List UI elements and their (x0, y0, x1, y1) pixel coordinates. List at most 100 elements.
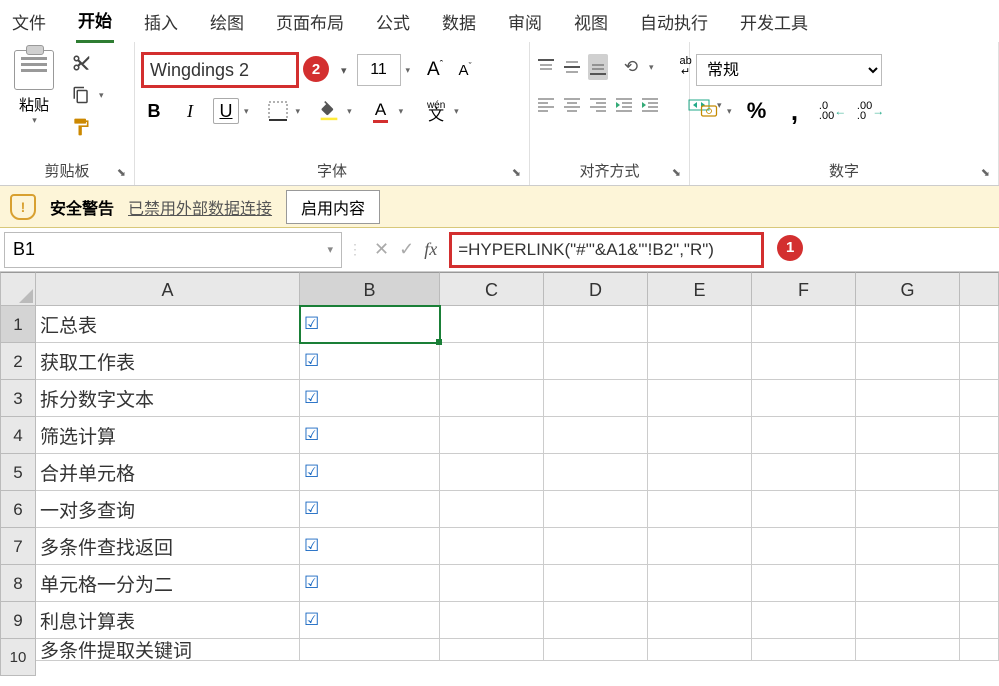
cell[interactable] (856, 454, 960, 491)
row-header[interactable]: 9 (0, 602, 36, 639)
comma-style-button[interactable]: , (782, 98, 808, 124)
decrease-font-button[interactable]: Aˇ (452, 57, 478, 83)
cell[interactable] (752, 565, 856, 602)
dialog-launcher-icon[interactable]: ⬊ (512, 166, 521, 179)
col-header-E[interactable]: E (648, 272, 752, 306)
tab-developer[interactable]: 开发工具 (738, 1, 810, 42)
cell[interactable] (440, 491, 544, 528)
tab-view[interactable]: 视图 (572, 1, 610, 42)
cell[interactable]: ☑ (300, 417, 440, 454)
cell[interactable] (440, 306, 544, 343)
cell[interactable] (440, 343, 544, 380)
cell[interactable] (960, 343, 999, 380)
cancel-formula-button[interactable]: ✕ (374, 239, 389, 260)
cell[interactable] (544, 528, 648, 565)
cell[interactable]: ☑ (300, 602, 440, 639)
cell[interactable]: ☑ (300, 528, 440, 565)
align-right-button[interactable] (588, 92, 608, 118)
cell[interactable] (752, 306, 856, 343)
worksheet-grid[interactable]: A B C D E F G 1汇总表☑2获取工作表☑3拆分数字文本☑4筛选计算☑… (0, 272, 999, 676)
cell[interactable] (648, 639, 752, 661)
increase-font-button[interactable]: Aˆ (422, 57, 448, 83)
cell[interactable] (752, 528, 856, 565)
cell[interactable] (752, 602, 856, 639)
paste-button[interactable]: 粘贴 ▾ (6, 50, 62, 126)
cell[interactable] (544, 639, 648, 661)
cell[interactable] (440, 565, 544, 602)
cell[interactable]: 多条件查找返回 (36, 528, 300, 565)
cell[interactable] (544, 417, 648, 454)
cell[interactable]: 拆分数字文本 (36, 380, 300, 417)
cell[interactable] (440, 528, 544, 565)
cell[interactable]: 汇总表 (36, 306, 300, 343)
align-top-button[interactable] (536, 54, 556, 80)
cell[interactable]: 合并单元格 (36, 454, 300, 491)
chevron-down-icon[interactable]: ▾ (244, 106, 249, 117)
align-bottom-button[interactable] (588, 54, 608, 80)
increase-decimal-button[interactable]: .0.00← (820, 98, 846, 124)
cell[interactable]: 多条件提取关键词 (36, 639, 300, 661)
percent-button[interactable]: % (744, 98, 770, 124)
row-header[interactable]: 3 (0, 380, 36, 417)
phonetic-guide-button[interactable]: wén文 (423, 98, 449, 124)
cell[interactable] (752, 454, 856, 491)
tab-formulas[interactable]: 公式 (374, 1, 412, 42)
col-header-A[interactable]: A (36, 272, 300, 306)
cell[interactable] (648, 380, 752, 417)
tab-review[interactable]: 审阅 (506, 1, 544, 42)
decrease-indent-button[interactable] (614, 92, 634, 118)
align-center-button[interactable] (562, 92, 582, 118)
cell[interactable]: 筛选计算 (36, 417, 300, 454)
cell[interactable] (856, 380, 960, 417)
font-dropdown[interactable]: ▾ (341, 64, 347, 77)
cell[interactable] (752, 380, 856, 417)
font-name-input[interactable] (141, 52, 299, 88)
dialog-launcher-icon[interactable]: ⬊ (117, 166, 126, 179)
cell[interactable] (960, 417, 999, 454)
cell[interactable] (648, 491, 752, 528)
italic-button[interactable]: I (177, 98, 203, 124)
size-dropdown[interactable]: ▾ (406, 65, 411, 76)
cell[interactable] (960, 380, 999, 417)
cell[interactable] (648, 306, 752, 343)
font-color-button[interactable]: A (368, 98, 394, 124)
chevron-down-icon[interactable]: ▾ (454, 106, 459, 117)
row-header[interactable]: 7 (0, 528, 36, 565)
number-format-select[interactable]: 常规 (696, 54, 882, 86)
cell[interactable] (960, 306, 999, 343)
tab-pagelayout[interactable]: 页面布局 (274, 1, 346, 42)
security-link[interactable]: 已禁用外部数据连接 (128, 195, 272, 219)
formula-input[interactable] (449, 232, 764, 268)
cell[interactable]: ☑ (300, 306, 440, 343)
cell[interactable] (440, 417, 544, 454)
border-button[interactable] (265, 98, 291, 124)
cell[interactable] (960, 491, 999, 528)
col-header-F[interactable]: F (752, 272, 856, 306)
col-header-B[interactable]: B (300, 272, 440, 306)
copy-button[interactable] (68, 82, 94, 108)
cell[interactable]: ☑ (300, 491, 440, 528)
fill-color-button[interactable] (316, 98, 342, 124)
cell[interactable] (856, 565, 960, 602)
chevron-down-icon[interactable]: ▾ (399, 106, 404, 117)
bold-button[interactable]: B (141, 98, 167, 124)
tab-file[interactable]: 文件 (10, 1, 48, 42)
cell[interactable] (648, 602, 752, 639)
select-all-corner[interactable] (0, 272, 36, 306)
tab-insert[interactable]: 插入 (142, 1, 180, 42)
cell[interactable] (960, 639, 999, 661)
tab-automate[interactable]: 自动执行 (638, 1, 710, 42)
font-size-input[interactable] (357, 54, 401, 86)
row-header[interactable]: 4 (0, 417, 36, 454)
cell[interactable] (648, 454, 752, 491)
tab-data[interactable]: 数据 (440, 1, 478, 42)
cut-button[interactable] (68, 50, 94, 76)
cell[interactable] (300, 639, 440, 661)
decrease-decimal-button[interactable]: .00.0→ (858, 98, 884, 124)
cell[interactable] (648, 343, 752, 380)
tab-home[interactable]: 开始 (76, 0, 114, 43)
cell[interactable] (440, 602, 544, 639)
cell[interactable]: ☑ (300, 380, 440, 417)
cell[interactable] (856, 639, 960, 661)
chevron-down-icon[interactable]: ▾ (296, 106, 301, 117)
